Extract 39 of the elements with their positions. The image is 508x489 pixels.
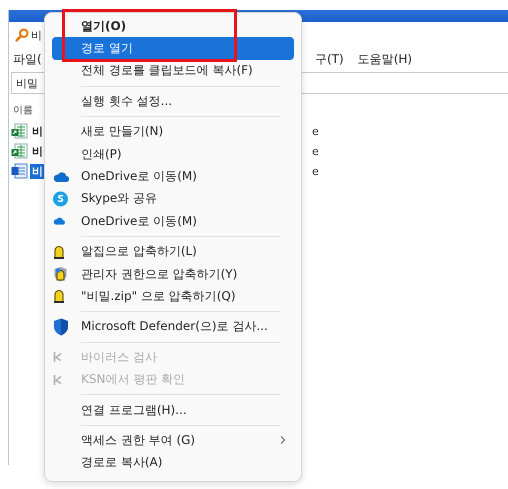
menu-item[interactable]: 실행 횟수 설정... bbox=[52, 90, 294, 113]
menu-item[interactable]: 구(T) bbox=[315, 50, 344, 68]
file-name[interactable]: 비 bbox=[30, 124, 45, 138]
document-icon bbox=[11, 163, 28, 179]
chevron-right-icon bbox=[280, 436, 286, 445]
table-cell: e bbox=[312, 164, 319, 178]
menu-item[interactable]: 도움말(H) bbox=[358, 50, 412, 68]
archive-icon bbox=[53, 244, 65, 260]
cloud-icon bbox=[53, 171, 69, 182]
spreadsheet-shortcut-icon bbox=[11, 123, 28, 139]
menu-item[interactable]: 관리자 권한으로 압축하기(Y) bbox=[52, 262, 294, 286]
menu-item[interactable]: Skype와 공유 bbox=[52, 188, 294, 210]
menu-item[interactable]: 새로 만들기(N) bbox=[52, 120, 294, 143]
archive-icon bbox=[53, 288, 65, 304]
file-name[interactable]: 비 bbox=[30, 164, 45, 178]
cloud-icon bbox=[53, 217, 65, 226]
table-cell: e bbox=[312, 144, 319, 158]
search-icon bbox=[15, 28, 29, 42]
table-cell: e bbox=[312, 124, 319, 138]
archive-icon bbox=[53, 266, 68, 282]
menu-item[interactable]: 열기(O) bbox=[52, 15, 294, 38]
menu-item[interactable]: 알집으로 압축하기(L) bbox=[52, 240, 294, 263]
menu-item[interactable]: 액세스 권한 부여 (G) bbox=[52, 429, 294, 452]
menu-item[interactable]: OneDrive로 이동(M) bbox=[52, 210, 294, 233]
menu-item[interactable]: 경로로 복사(A) bbox=[52, 452, 294, 474]
shield-icon bbox=[53, 318, 69, 336]
menu-item[interactable]: 연결 프로그램(H)... bbox=[52, 398, 294, 422]
spreadsheet-shortcut-icon bbox=[11, 143, 28, 159]
file-name[interactable]: 비 bbox=[30, 144, 45, 158]
k-icon bbox=[53, 352, 62, 362]
window-title: 비 bbox=[31, 28, 42, 42]
menu-item[interactable]: "비밀.zip" 으로 압축하기(Q) bbox=[52, 285, 294, 308]
k-icon bbox=[53, 374, 62, 385]
menu-item[interactable]: 경로 열기 bbox=[52, 37, 294, 60]
menu-item[interactable]: Microsoft Defender(으)로 검사... bbox=[52, 316, 294, 338]
menu-item[interactable]: OneDrive로 이동(M) bbox=[52, 165, 294, 188]
menu-item[interactable]: 인쇄(P) bbox=[52, 142, 294, 166]
skype-icon bbox=[53, 191, 68, 206]
menu-item[interactable]: 전체 경로를 클립보드에 복사(F) bbox=[52, 60, 294, 82]
